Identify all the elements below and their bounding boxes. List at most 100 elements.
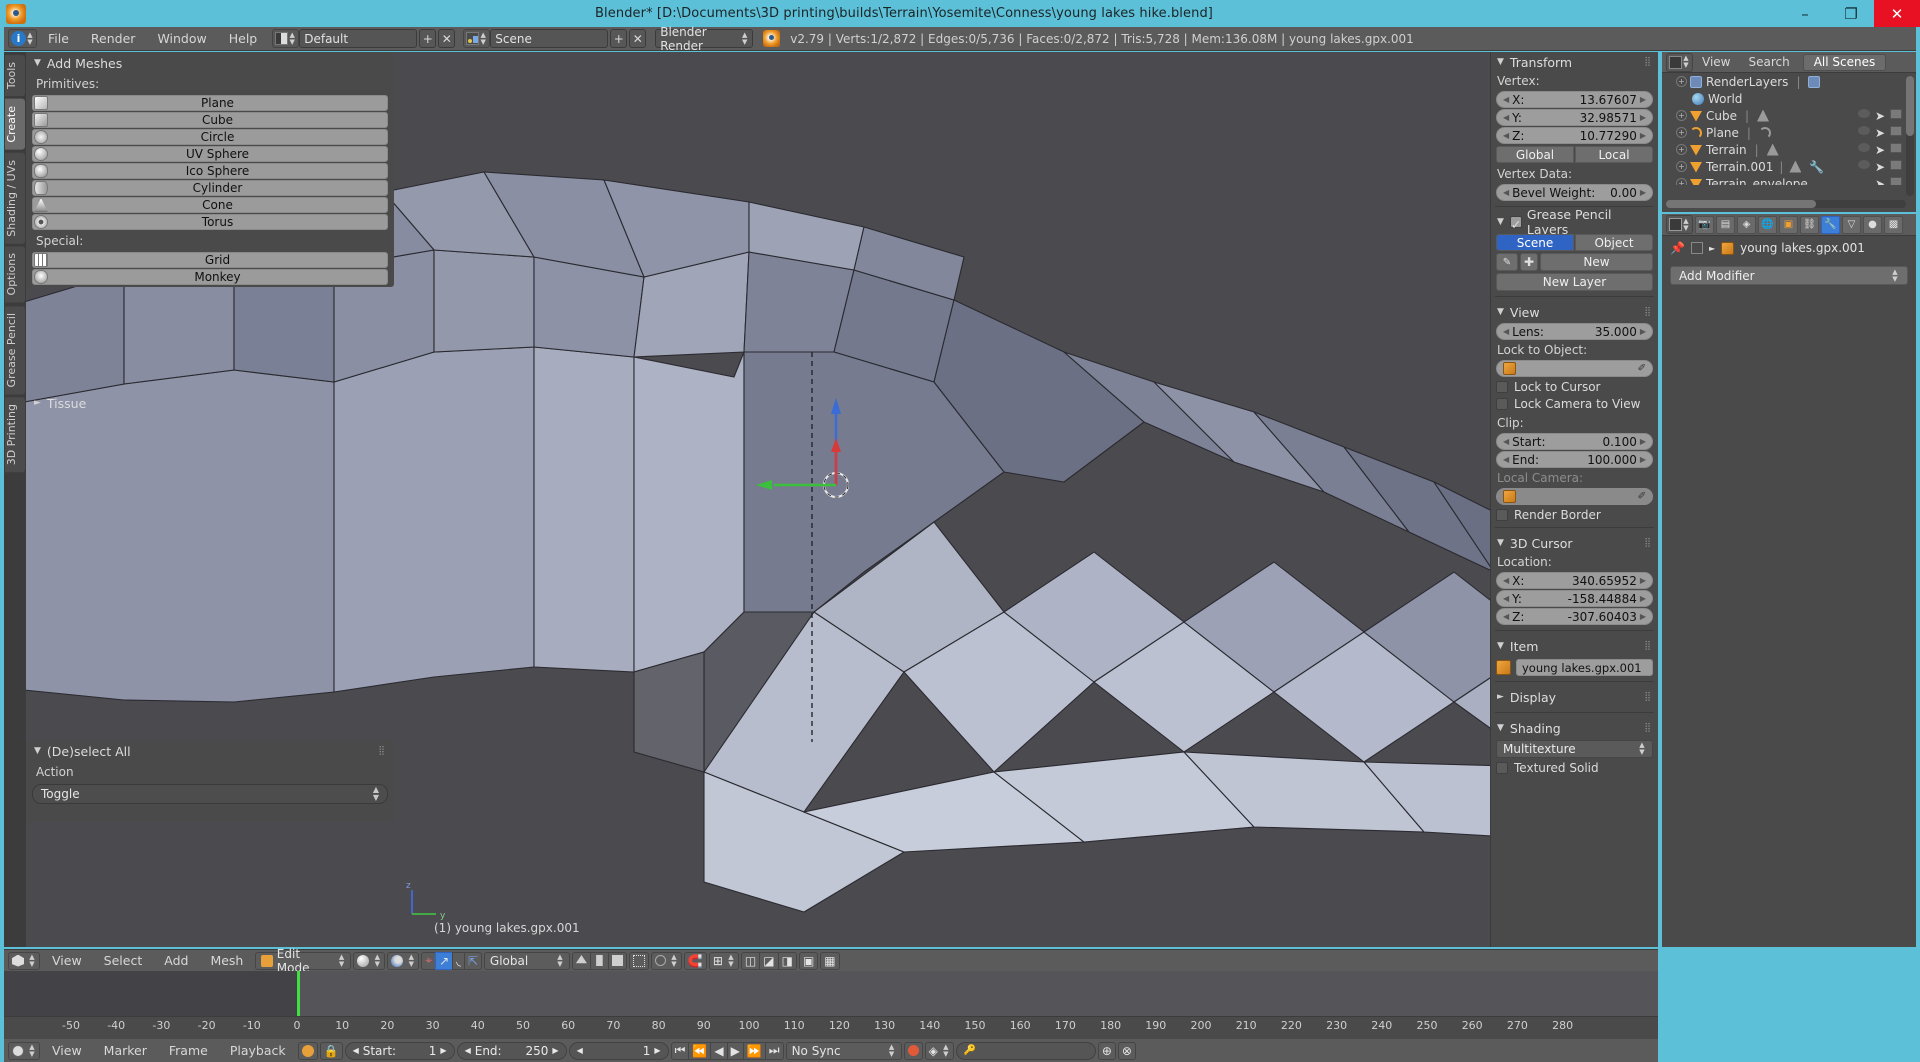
- 3d-viewport[interactable]: z y User Ortho (1) young lakes.gpx.001 T…: [4, 52, 1658, 947]
- record-keyframes-button[interactable]: [903, 1041, 923, 1060]
- current-frame-field[interactable]: ◀ 1 ▶: [568, 1041, 669, 1060]
- timeline-editor[interactable]: -50 -40 -30 -20 -10 0 10 20 30 40 50 60 70 80 90 100 110…: [4, 971, 1658, 1039]
- interaction-mode-dropdown[interactable]: Edit Mode ▲ ▼: [255, 947, 352, 975]
- textured-solid-checkbox-row[interactable]: Textured Solid: [1496, 761, 1653, 775]
- pin-icon[interactable]: 📌: [1670, 241, 1685, 255]
- timeline-menu-playback[interactable]: Playback: [220, 1040, 296, 1062]
- timeline-menu-marker[interactable]: Marker: [94, 1040, 157, 1062]
- lock-to-object-field[interactable]: ✐: [1496, 360, 1653, 377]
- tab-options[interactable]: Options: [5, 246, 25, 303]
- tab-object-data[interactable]: ▽: [1842, 215, 1861, 234]
- keying-set-dropdown[interactable]: ◈ ▲ ▼: [924, 1041, 954, 1060]
- section-display-header[interactable]: ► Display ⣿: [1491, 687, 1658, 707]
- action-dropdown[interactable]: Toggle ▲ ▼: [32, 784, 388, 804]
- manipulator-toggle-button[interactable]: ⌖: [421, 951, 437, 970]
- outliner-display-mode-dropdown[interactable]: All Scenes: [1802, 53, 1887, 71]
- panel-deselect-all-header[interactable]: ▼ (De)select All ⣿: [26, 740, 394, 762]
- section-item-header[interactable]: ▼ Item ⣿: [1491, 636, 1658, 656]
- editor-type-properties-button[interactable]: ▲ ▼: [1666, 215, 1693, 234]
- render-preview-button[interactable]: ▣: [798, 951, 819, 970]
- layer-visibility-button[interactable]: ▦: [820, 951, 840, 970]
- outliner-row-plane[interactable]: + Plane | ➤: [1662, 124, 1910, 141]
- snap-toggle-button[interactable]: 🧲: [683, 951, 707, 970]
- screen-layout-dropdown[interactable]: Default: [299, 29, 418, 48]
- proportional-edit-dropdown[interactable]: ▲ ▼: [650, 951, 682, 970]
- outliner-tree[interactable]: + RenderLayers | World + Cube | ➤ + Plan…: [1662, 73, 1910, 185]
- tab-3d-printing[interactable]: 3D Printing: [5, 397, 25, 473]
- editor-type-timeline-button[interactable]: ▲ ▼: [8, 1041, 40, 1060]
- timeline-menu-frame[interactable]: Frame: [159, 1040, 218, 1062]
- checkbox-icon[interactable]: [1496, 381, 1508, 393]
- global-space-button[interactable]: Global: [1496, 146, 1574, 163]
- outliner-menu-view[interactable]: View: [1693, 52, 1739, 73]
- tab-material[interactable]: ●: [1863, 215, 1882, 234]
- gp-new-button[interactable]: New: [1540, 253, 1653, 271]
- eyedropper-icon[interactable]: ✐: [1638, 363, 1646, 374]
- vertex-y-field[interactable]: ◀ Y: 32.98571 ▶: [1496, 109, 1653, 126]
- outliner-menu-search[interactable]: Search: [1739, 52, 1798, 73]
- restrict-render-icon[interactable]: [1890, 176, 1902, 185]
- outliner-row-renderlayers[interactable]: + RenderLayers |: [1662, 73, 1910, 90]
- tab-render[interactable]: 📷: [1695, 215, 1714, 234]
- section-view-header[interactable]: ▼ View ⣿: [1491, 302, 1658, 322]
- translate-manipulator-button[interactable]: ↗: [435, 951, 454, 970]
- cursor-z-field[interactable]: ◀ Z: -307.60403 ▶: [1496, 608, 1653, 625]
- edge-select-mode-button[interactable]: [589, 951, 609, 970]
- panel-tissue-header[interactable]: ► Tissue: [26, 392, 394, 414]
- add-cone-button[interactable]: Cone: [32, 197, 388, 213]
- grease-pencil-checkbox[interactable]: ✓: [1509, 216, 1522, 232]
- section-3d-cursor-header[interactable]: ▼ 3D Cursor ⣿: [1491, 533, 1658, 553]
- section-shading-header[interactable]: ▼ Shading ⣿: [1491, 718, 1658, 738]
- restrict-select-icon[interactable]: ➤: [1875, 177, 1885, 186]
- cursor-x-field[interactable]: ◀ X: 340.65952 ▶: [1496, 572, 1653, 589]
- restrict-render-icon[interactable]: [1890, 159, 1902, 170]
- plus-icon[interactable]: ✚: [1520, 253, 1538, 271]
- window-minimize-button[interactable]: –: [1782, 0, 1828, 27]
- render-border-checkbox-row[interactable]: Render Border: [1496, 508, 1653, 522]
- viewport-shading-dropdown[interactable]: ▲ ▼: [353, 951, 386, 970]
- gp-new-layer-button[interactable]: New Layer: [1496, 273, 1653, 291]
- screen-layout-icon-button[interactable]: ▲ ▼: [272, 29, 300, 48]
- menu-window[interactable]: Window: [146, 27, 217, 51]
- restrict-select-icon[interactable]: ➤: [1875, 109, 1885, 123]
- restrict-select-icon[interactable]: ➤: [1875, 160, 1885, 174]
- restrict-select-icon[interactable]: ➤: [1875, 143, 1885, 157]
- sync-mode-dropdown[interactable]: No Sync ▲ ▼: [785, 1041, 902, 1060]
- bevel-weight-field[interactable]: ◀ Bevel Weight: 0.00 ▶: [1496, 184, 1653, 201]
- add-grid-button[interactable]: Grid: [32, 252, 388, 268]
- outliner-row-terrain-001[interactable]: + Terrain.001 | 🔧 ➤: [1662, 158, 1910, 175]
- local-space-button[interactable]: Local: [1575, 146, 1653, 163]
- play-reverse-button[interactable]: ◀: [710, 1041, 728, 1060]
- transform-orientation-dropdown[interactable]: Global ▲ ▼: [483, 951, 570, 970]
- gp-scene-button[interactable]: Scene: [1496, 234, 1574, 251]
- viewport-menu-mesh[interactable]: Mesh: [200, 950, 253, 972]
- tab-constraints[interactable]: ⛓: [1800, 215, 1819, 234]
- editor-type-3dview-button[interactable]: ▲ ▼: [8, 951, 40, 970]
- expand-icon[interactable]: +: [1676, 110, 1687, 121]
- expand-icon[interactable]: +: [1676, 178, 1687, 185]
- tab-shading-uvs[interactable]: Shading / UVs: [5, 152, 25, 244]
- rotate-manipulator-button[interactable]: ◟: [452, 951, 465, 970]
- jump-to-end-button[interactable]: ⏭: [764, 1041, 784, 1060]
- editor-type-outliner-button[interactable]: ▲ ▼: [1666, 52, 1693, 72]
- hide-unselected-button[interactable]: ◫: [740, 951, 761, 970]
- outliner-row-terrain[interactable]: + Terrain | ➤: [1662, 141, 1910, 158]
- delete-scene-button[interactable]: ✕: [629, 29, 647, 48]
- previous-keyframe-button[interactable]: ⏪: [688, 1041, 712, 1060]
- restrict-select-icon[interactable]: ➤: [1875, 126, 1885, 140]
- keying-set-field[interactable]: 🔑: [955, 1041, 1096, 1060]
- tab-modifiers[interactable]: 🔧: [1821, 215, 1840, 234]
- editor-type-info-button[interactable]: i ▲ ▼: [8, 29, 37, 48]
- jump-to-start-button[interactable]: ⏮: [670, 1041, 690, 1060]
- add-uv-sphere-button[interactable]: UV Sphere: [32, 146, 388, 162]
- tab-texture[interactable]: ▩: [1884, 215, 1903, 234]
- restrict-view-icon[interactable]: [1857, 142, 1870, 152]
- cursor-y-field[interactable]: ◀ Y: -158.44884 ▶: [1496, 590, 1653, 607]
- restrict-view-icon[interactable]: [1857, 108, 1870, 118]
- timeline-playhead[interactable]: [297, 971, 300, 1016]
- panel-add-meshes-header[interactable]: ▼ Add Meshes: [26, 52, 394, 74]
- pencil-icon[interactable]: ✎: [1496, 253, 1518, 271]
- shading-method-dropdown[interactable]: Multitexture ▲ ▼: [1496, 740, 1653, 758]
- outliner-row-terrain-envelope[interactable]: + Terrain_envelope ➤: [1662, 175, 1910, 185]
- lock-camera-to-view-checkbox-row[interactable]: Lock Camera to View: [1496, 397, 1653, 411]
